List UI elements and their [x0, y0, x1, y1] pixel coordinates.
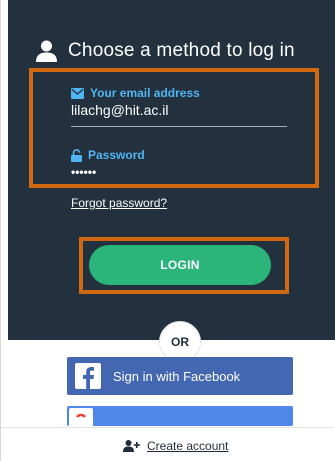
email-label: Your email address [71, 86, 200, 100]
envelope-icon [71, 87, 84, 99]
google-icon [69, 408, 93, 426]
google-signin-button[interactable] [67, 406, 293, 426]
create-account-link[interactable]: Create account [123, 439, 228, 453]
user-icon [36, 40, 57, 62]
page-title: Choose a method to log in [68, 40, 295, 61]
email-field[interactable]: lilachg@hit.ac.il [71, 102, 168, 118]
email-field-underline [71, 126, 287, 127]
login-button[interactable]: LOGIN [89, 245, 271, 285]
facebook-signin-label: Sign in with Facebook [113, 368, 241, 384]
password-label-text: Password [88, 148, 145, 162]
add-user-icon [123, 440, 140, 452]
facebook-icon [75, 363, 101, 389]
lock-icon [71, 148, 82, 162]
facebook-signin-button[interactable]: Sign in with Facebook [67, 357, 293, 395]
create-account-label: Create account [147, 439, 229, 453]
page-border [0, 0, 1, 461]
forgot-password-link[interactable]: Forgot password? [71, 196, 167, 210]
password-field[interactable]: •••••• [71, 165, 96, 179]
email-label-text: Your email address [90, 86, 200, 100]
login-header: Choose a method to log in [36, 38, 295, 64]
password-label: Password [71, 148, 145, 162]
